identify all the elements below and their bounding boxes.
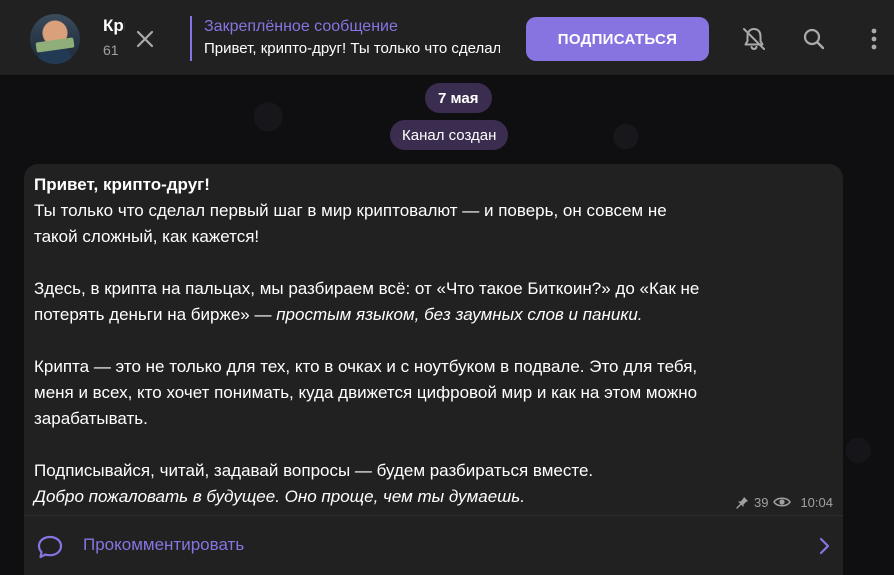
post-line: зарабатывать. <box>34 409 148 428</box>
pinned-title: Закреплённое сообщение <box>204 18 398 35</box>
post-text: Привет, крипто-друг! Ты только что сдела… <box>34 172 834 510</box>
subscriber-count: 61 <box>103 42 119 58</box>
pin-icon <box>736 496 748 509</box>
search-button[interactable] <box>799 24 829 54</box>
post-line: потерять деньги на бирже» — простым язык… <box>34 302 834 328</box>
view-count: 39 <box>753 494 769 510</box>
muted-bell-icon <box>743 28 765 51</box>
post-line: меня и всех, кто хочет понимать, куда дв… <box>34 383 698 402</box>
post-time: 10:04 <box>800 494 833 510</box>
post-line: Здесь, в крипта на пальцах, мы разбираем… <box>34 279 700 298</box>
avatar[interactable] <box>30 14 80 64</box>
subscribe-button[interactable]: ПОДПИСАТЬСЯ <box>526 17 709 61</box>
pinned-text: Привет, крипто-друг! Ты только что сдела… <box>204 38 500 60</box>
eye-icon <box>773 497 792 507</box>
post-line-italic: простым языком, без заумных слов и паник… <box>276 305 643 324</box>
more-vertical-icon <box>871 28 877 50</box>
chat-area: 7 мая Канал создан Привет, крипто-друг! … <box>0 77 894 575</box>
post-line: такой сложный, как кажется! <box>34 227 260 246</box>
pinned-text-content: Привет, крипто-друг! Ты только что сдела… <box>204 40 500 57</box>
search-icon <box>803 28 825 50</box>
pinned-message[interactable]: Закреплённое сообщение Привет, крипто-др… <box>190 16 510 61</box>
comment-label: Прокомментировать <box>83 535 245 554</box>
more-button[interactable] <box>859 24 889 54</box>
post-greeting: Привет, крипто-друг! <box>34 175 210 194</box>
channel-name[interactable]: Крипта на пальцах <box>103 16 125 36</box>
service-message: Канал создан <box>390 120 509 150</box>
post-line-plain: потерять деньги на бирже» — <box>34 305 277 324</box>
post-line: Крипта — это не только для тех, кто в оч… <box>34 357 698 376</box>
comment-button[interactable]: Прокомментировать <box>24 515 843 575</box>
date-separator: 7 мая <box>425 83 492 113</box>
post-line: Подписывайся, читай, задавай вопросы — б… <box>34 461 594 480</box>
post-line-italic: Добро пожаловать в будущее. Оно проще, ч… <box>34 487 525 506</box>
chevron-right-icon <box>819 537 830 555</box>
post-line: Ты только что сделал первый шаг в мир кр… <box>34 201 667 220</box>
chat-header: Крипта на пальцах 61 Закреплённое сообще… <box>0 0 894 76</box>
channel-post[interactable]: Привет, крипто-друг! Ты только что сдела… <box>24 164 843 575</box>
close-icon <box>136 30 154 48</box>
comment-bubble-icon <box>37 535 63 559</box>
mute-button[interactable] <box>739 24 769 54</box>
close-pinned-button[interactable] <box>130 24 160 54</box>
post-meta: 39 10:04 <box>736 493 833 511</box>
